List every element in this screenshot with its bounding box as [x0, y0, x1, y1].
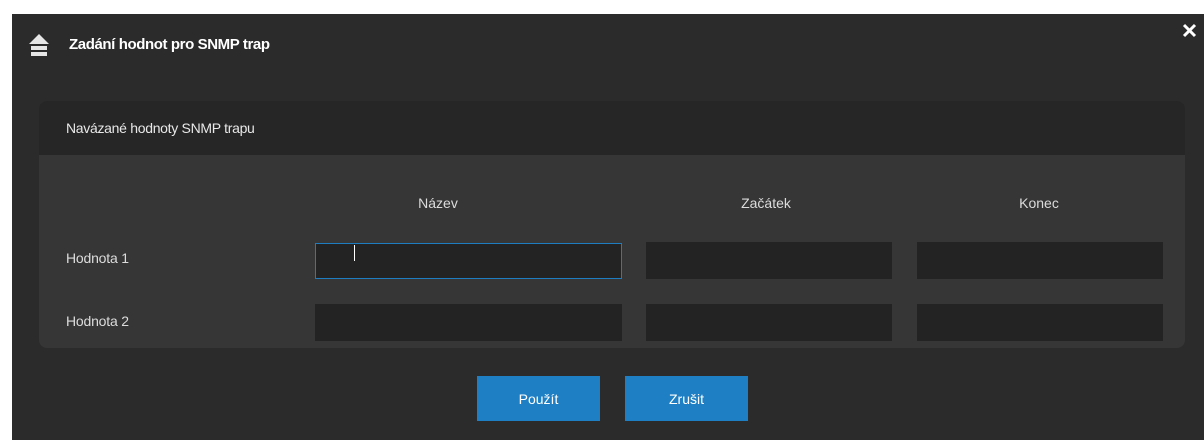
- close-icon[interactable]: [1180, 20, 1200, 42]
- cancel-button[interactable]: Zrušit: [625, 376, 748, 421]
- value-2-name-input[interactable]: [315, 304, 622, 341]
- value-1-end-input[interactable]: [917, 242, 1163, 279]
- panel-title: Navázané hodnoty SNMP trapu: [66, 120, 255, 136]
- row-label-value-2: Hodnota 2: [66, 313, 129, 329]
- value-2-end-input[interactable]: [917, 304, 1163, 341]
- apply-button[interactable]: Použít: [477, 376, 600, 421]
- value-1-name-input[interactable]: [315, 243, 622, 279]
- value-2-start-input[interactable]: [646, 304, 892, 341]
- text-caret: [354, 245, 355, 261]
- row-label-value-1: Hodnota 1: [66, 250, 129, 266]
- apply-button-label: Použít: [518, 390, 559, 407]
- column-header-name: Název: [418, 195, 458, 211]
- home-icon: [29, 32, 49, 58]
- value-1-start-input[interactable]: [646, 242, 892, 279]
- column-header-end: Konec: [1019, 195, 1059, 211]
- dialog-title: Zadání hodnot pro SNMP trap: [69, 36, 270, 53]
- dialog: Zadání hodnot pro SNMP trap Navázané hod…: [12, 14, 1204, 440]
- cancel-button-label: Zrušit: [669, 390, 704, 407]
- bound-values-panel: Navázané hodnoty SNMP trapu Název Začáte…: [39, 101, 1185, 348]
- dialog-titlebar: Zadání hodnot pro SNMP trap: [12, 14, 1204, 76]
- column-header-start: Začátek: [741, 195, 791, 211]
- panel-header: Navázané hodnoty SNMP trapu: [39, 101, 1185, 155]
